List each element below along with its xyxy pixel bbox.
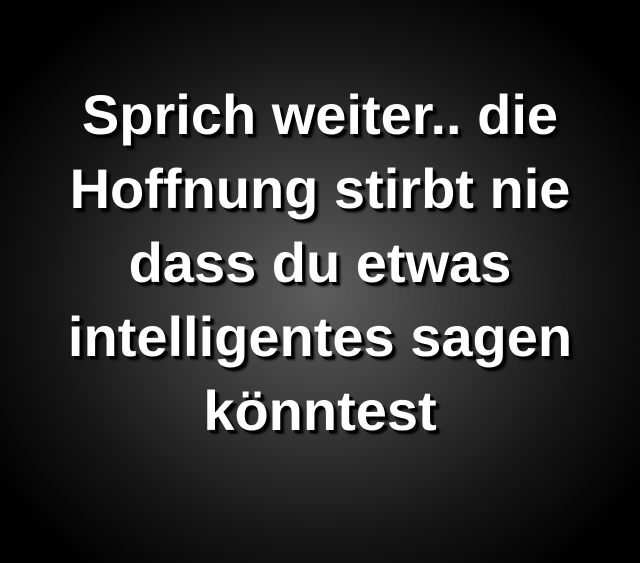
quote-line-1: Sprich weiter.. die (81, 83, 559, 146)
quote-line-5: könntest (203, 379, 437, 442)
meme-image: Sprich weiter.. die Hoffnung stirbt nie … (0, 0, 640, 563)
quote-line-3: dass du etwas (128, 231, 512, 294)
quote-line-2: Hoffnung stirbt nie (69, 157, 571, 220)
quote-text: Sprich weiter.. die Hoffnung stirbt nie … (0, 78, 640, 448)
quote-line-4: intelligentes sagen (67, 305, 573, 368)
